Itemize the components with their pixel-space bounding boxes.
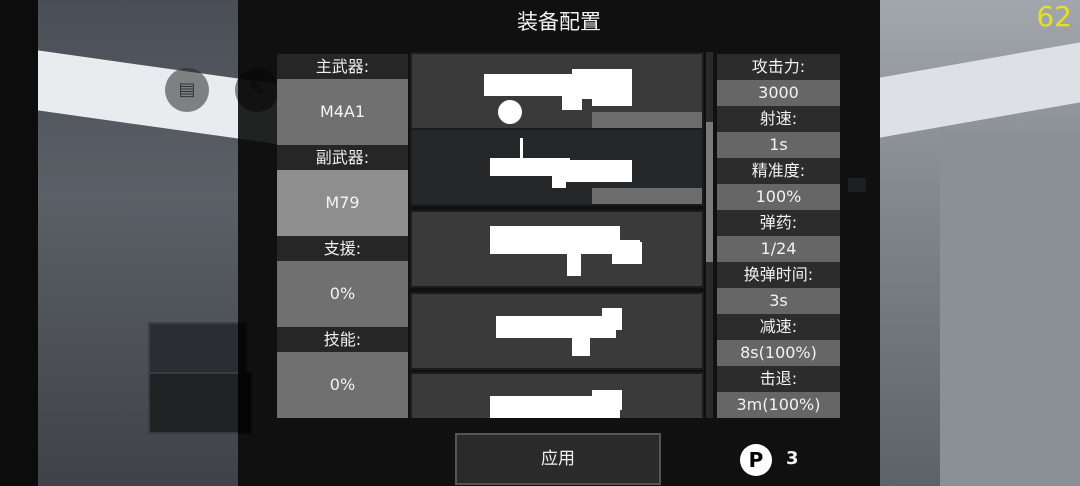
slot-label-secondary: 副武器: (277, 145, 408, 170)
grenade-launcher-icon (490, 138, 632, 188)
stat-value-reload: 3s (717, 288, 840, 314)
scene-edge (0, 0, 38, 486)
plasma-rifle-icon (490, 226, 642, 276)
scene-crate (148, 372, 252, 434)
stat-label-knockback: 击退: (717, 366, 840, 392)
weapon-item[interactable] (410, 372, 704, 418)
scroll-thumb[interactable] (706, 122, 713, 262)
weapon-item[interactable] (410, 52, 704, 130)
slot-primary-weapon[interactable]: M4A1 (277, 79, 408, 145)
stat-label-fire-rate: 射速: (717, 106, 840, 132)
weapon-item[interactable] (410, 292, 704, 370)
weapon-item[interactable] (410, 210, 704, 288)
stat-label-reload: 换弹时间: (717, 262, 840, 288)
weapon-item[interactable] (410, 128, 704, 206)
stat-value-slow: 8s(100%) (717, 340, 840, 366)
points-count: 3 (786, 448, 799, 469)
shotgun-icon (490, 390, 622, 418)
stat-label-slow: 减速: (717, 314, 840, 340)
loadout-slots: 主武器: M4A1 副武器: M79 支援: 0% 技能: 0% (277, 54, 408, 418)
stat-value-attack: 3000 (717, 80, 840, 106)
stat-value-accuracy: 100% (717, 184, 840, 210)
stat-value-fire-rate: 1s (717, 132, 840, 158)
slot-support[interactable]: 0% (277, 261, 408, 327)
heavy-launcher-icon (496, 308, 622, 356)
slot-label-skill: 技能: (277, 327, 408, 352)
stat-value-ammo: 1/24 (717, 236, 840, 262)
stat-label-ammo: 弹药: (717, 210, 840, 236)
points-icon: P (740, 444, 772, 476)
weapon-list[interactable] (410, 52, 704, 418)
slot-skill[interactable]: 0% (277, 352, 408, 418)
weapon-stats: 攻击力: 3000 射速: 1s 精准度: 100% 弹药: 1/24 换弹时间… (717, 54, 840, 418)
apply-button[interactable]: 应用 (455, 433, 661, 485)
slot-secondary-weapon[interactable]: M79 (277, 170, 408, 236)
stat-label-attack: 攻击力: (717, 54, 840, 80)
page-title: 装备配置 (517, 10, 601, 34)
chat-bubble-icon[interactable]: ▤ (165, 68, 209, 112)
slot-label-primary: 主武器: (277, 54, 408, 79)
stat-label-accuracy: 精准度: (717, 158, 840, 184)
weapon-list-scrollbar[interactable] (706, 52, 713, 418)
scene-pillar (940, 130, 1080, 486)
rifle-with-scope-icon (484, 69, 632, 124)
stat-value-knockback: 3m(100%) (717, 392, 840, 418)
fps-counter: 62 (1036, 0, 1072, 33)
slot-label-support: 支援: (277, 236, 408, 261)
